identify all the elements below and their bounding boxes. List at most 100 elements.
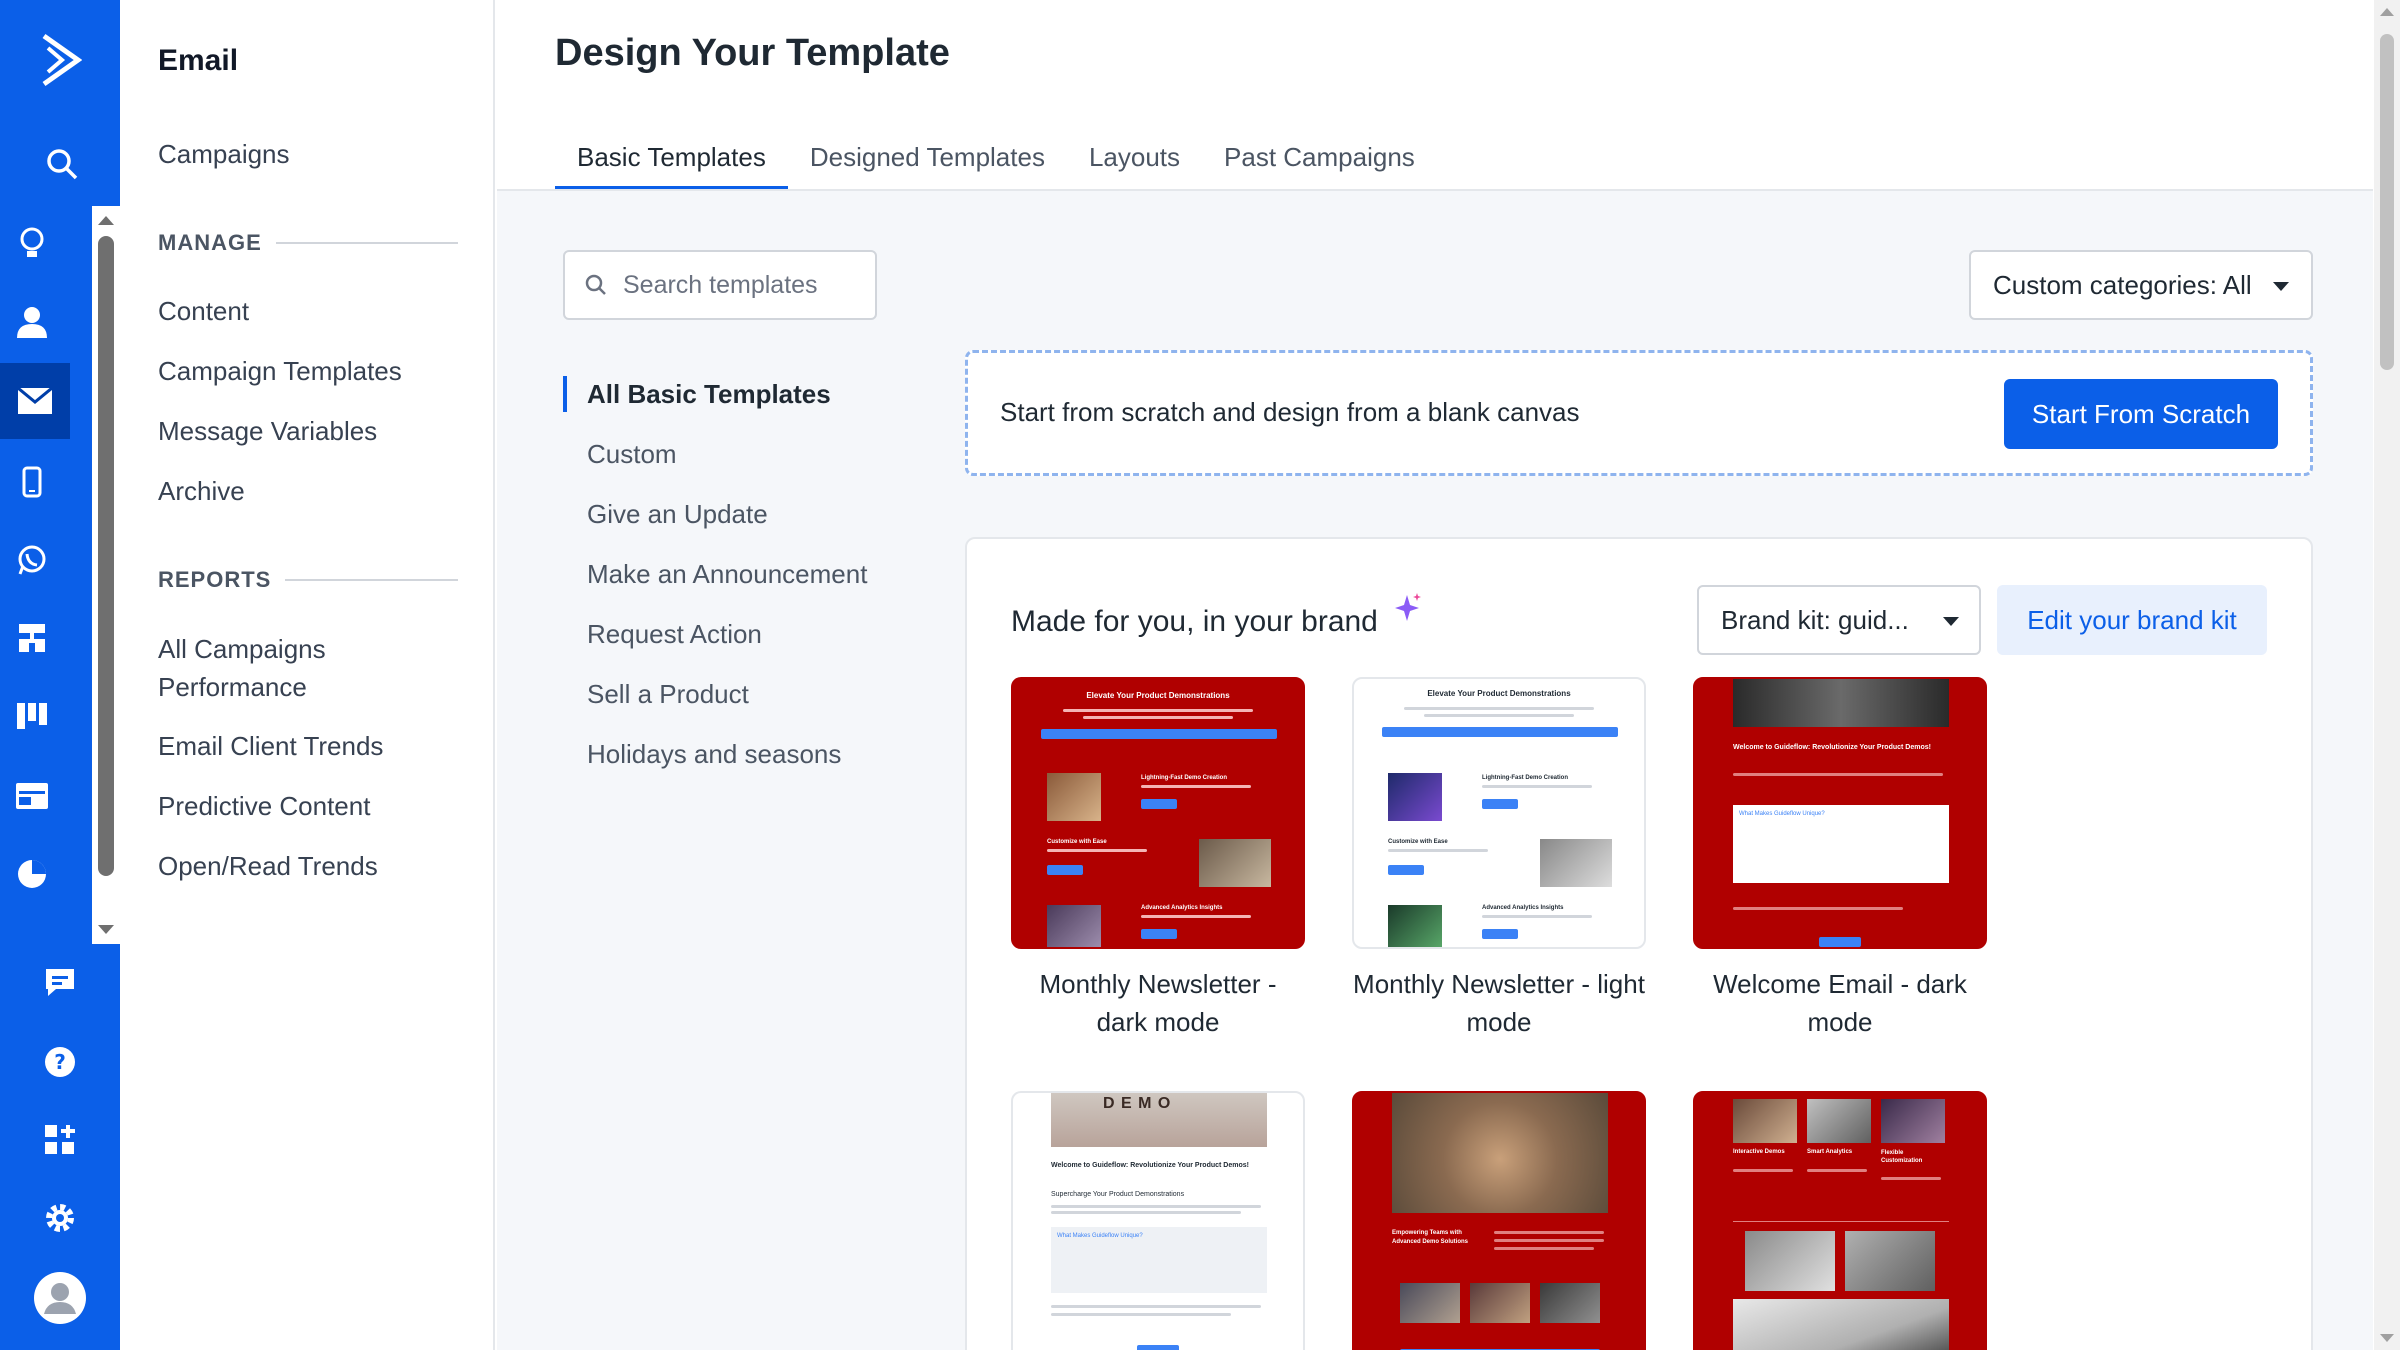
- thumb-hero-image: [1733, 1299, 1949, 1350]
- template-card[interactable]: Elevate Your Product Demonstrations Ligh…: [1352, 677, 1646, 1041]
- chat-icon[interactable]: [38, 960, 82, 1004]
- edit-brand-kit-button[interactable]: Edit your brand kit: [1997, 585, 2267, 655]
- sidebar-item-all-campaigns-performance[interactable]: All Campaigns Performance: [158, 630, 378, 706]
- thumb-text-line: [1051, 1211, 1241, 1214]
- start-from-scratch-button[interactable]: Start From Scratch: [2004, 379, 2278, 449]
- thumb-text-line: [1494, 1231, 1604, 1234]
- website-icon[interactable]: [10, 774, 54, 818]
- template-thumbnail[interactable]: Elevate Your Product Demonstrations Ligh…: [1352, 677, 1646, 949]
- custom-categories-select[interactable]: Custom categories: All: [1969, 250, 2313, 320]
- sidebar-item-email-client-trends[interactable]: Email Client Trends: [158, 727, 478, 765]
- rail-scrollbar[interactable]: [92, 206, 120, 944]
- template-card[interactable]: Empowering Teams with Advanced Demo Solu…: [1352, 1091, 1646, 1350]
- thumb-section-title: Lightning-Fast Demo Creation: [1141, 775, 1227, 781]
- page-title: Design Your Template: [555, 32, 950, 74]
- thumb-cta: [1137, 1345, 1179, 1350]
- scroll-up-icon[interactable]: [2380, 8, 2394, 16]
- avatar-icon[interactable]: [32, 1270, 88, 1326]
- reports-heading: REPORTS: [158, 567, 458, 593]
- thumb-text-line: [1733, 773, 1943, 776]
- template-thumbnail[interactable]: Welcome to Guideflow: Revolutionize Your…: [1693, 677, 1987, 949]
- category-custom[interactable]: Custom: [563, 432, 893, 492]
- tab-basic-templates[interactable]: Basic Templates: [555, 132, 788, 190]
- sidebar-item-archive[interactable]: Archive: [158, 472, 478, 510]
- chevron-down-icon: [1943, 617, 1959, 626]
- lightbulb-icon[interactable]: [10, 222, 54, 266]
- thumb-text-line: [1051, 1305, 1261, 1308]
- thumb-subhead: Supercharge Your Product Demonstrations: [1051, 1191, 1185, 1198]
- thumb-content-box: What Makes Guideflow Unique?: [1051, 1227, 1267, 1293]
- thumb-box-title: What Makes Guideflow Unique?: [1057, 1233, 1143, 1239]
- thumb-text-line: [1063, 709, 1253, 712]
- template-card[interactable]: Interactive Demos Smart Analytics Flexib…: [1693, 1091, 1987, 1350]
- whatsapp-icon[interactable]: [10, 538, 54, 582]
- page-scrollbar[interactable]: [2374, 0, 2400, 1350]
- search-icon[interactable]: [40, 142, 84, 186]
- thumb-col-title: Smart Analytics: [1807, 1149, 1853, 1155]
- search-input[interactable]: Search templates: [563, 250, 877, 320]
- template-thumbnail[interactable]: Empowering Teams with Advanced Demo Solu…: [1352, 1091, 1646, 1350]
- sidebar-item-open-read-trends[interactable]: Open/Read Trends: [158, 847, 478, 885]
- template-thumbnail[interactable]: D E M O Welcome to Guideflow: Revolution…: [1011, 1091, 1305, 1350]
- thumb-text-line: [1482, 785, 1592, 788]
- tab-past-campaigns[interactable]: Past Campaigns: [1202, 132, 1437, 190]
- thumb-image: [1540, 839, 1612, 887]
- category-request-action[interactable]: Request Action: [563, 612, 893, 672]
- sidebar-item-message-variables[interactable]: Message Variables: [158, 412, 478, 450]
- sparkle-icon: [1395, 593, 1421, 621]
- category-sell-a-product[interactable]: Sell a Product: [563, 672, 893, 732]
- svg-text:?: ?: [54, 1050, 66, 1074]
- brand-kit-select[interactable]: Brand kit: guid...: [1697, 585, 1981, 655]
- contacts-icon[interactable]: [10, 300, 54, 344]
- scrollbar-thumb[interactable]: [2380, 34, 2394, 370]
- template-thumbnail[interactable]: Elevate Your Product Demonstrations Ligh…: [1011, 677, 1305, 949]
- section-sidebar: Email Campaigns MANAGE Content Campaign …: [120, 0, 495, 1350]
- thumb-text-line: [1051, 1313, 1231, 1316]
- thumb-image: [1047, 905, 1101, 947]
- thumb-section-title: Advanced Analytics Insights: [1482, 905, 1564, 911]
- template-card[interactable]: Welcome to Guideflow: Revolutionize Your…: [1693, 677, 1987, 1041]
- template-name: Welcome Email - dark mode: [1713, 969, 1967, 1037]
- thumb-text-line: [1881, 1177, 1941, 1180]
- sidebar-item-campaign-templates[interactable]: Campaign Templates: [158, 352, 478, 390]
- thumb-image: [1881, 1099, 1945, 1143]
- automations-icon[interactable]: [10, 616, 54, 660]
- category-holidays-and-seasons[interactable]: Holidays and seasons: [563, 732, 893, 792]
- template-thumbnail[interactable]: Interactive Demos Smart Analytics Flexib…: [1693, 1091, 1987, 1350]
- tab-layouts[interactable]: Layouts: [1067, 132, 1202, 190]
- apps-icon[interactable]: [38, 1118, 82, 1162]
- category-all-basic-templates[interactable]: All Basic Templates: [563, 372, 893, 432]
- scrollbar-thumb[interactable]: [98, 236, 114, 876]
- category-list: All Basic Templates Custom Give an Updat…: [563, 372, 893, 792]
- thumb-headline: Empowering Teams with Advanced Demo Solu…: [1392, 1230, 1469, 1245]
- divider: [285, 579, 458, 581]
- thumb-content-box: What Makes Guideflow Unique?: [1733, 805, 1949, 883]
- email-icon[interactable]: [0, 363, 70, 439]
- reports-icon[interactable]: [10, 852, 54, 896]
- category-make-an-announcement[interactable]: Make an Announcement: [563, 552, 893, 612]
- tab-designed-templates[interactable]: Designed Templates: [788, 132, 1067, 190]
- sidebar-item-campaigns[interactable]: Campaigns: [158, 135, 478, 173]
- help-icon[interactable]: ?: [38, 1040, 82, 1084]
- thumb-cta: [1141, 929, 1177, 939]
- thumb-cta: [1819, 937, 1861, 947]
- scroll-down-icon[interactable]: [2380, 1334, 2394, 1342]
- thumb-cta: [1041, 729, 1277, 739]
- search-placeholder: Search templates: [623, 270, 818, 299]
- template-card[interactable]: Elevate Your Product Demonstrations Ligh…: [1011, 677, 1305, 1041]
- template-card[interactable]: D E M O Welcome to Guideflow: Revolution…: [1011, 1091, 1305, 1350]
- thumb-section-title: Customize with Ease: [1388, 839, 1448, 845]
- thumb-image: [1400, 1283, 1460, 1323]
- scroll-down-icon[interactable]: [98, 925, 114, 934]
- manage-heading: MANAGE: [158, 230, 458, 256]
- scroll-up-icon[interactable]: [98, 216, 114, 225]
- logo-icon[interactable]: [30, 28, 90, 92]
- thumb-col-title: Interactive Demos: [1733, 1149, 1785, 1155]
- category-give-an-update[interactable]: Give an Update: [563, 492, 893, 552]
- thumb-col-title: Flexible Customization: [1881, 1150, 1923, 1164]
- sidebar-item-content[interactable]: Content: [158, 292, 478, 330]
- settings-icon[interactable]: [38, 1196, 82, 1240]
- sidebar-item-predictive-content[interactable]: Predictive Content: [158, 787, 478, 825]
- deals-icon[interactable]: [10, 694, 54, 738]
- mobile-icon[interactable]: [10, 460, 54, 504]
